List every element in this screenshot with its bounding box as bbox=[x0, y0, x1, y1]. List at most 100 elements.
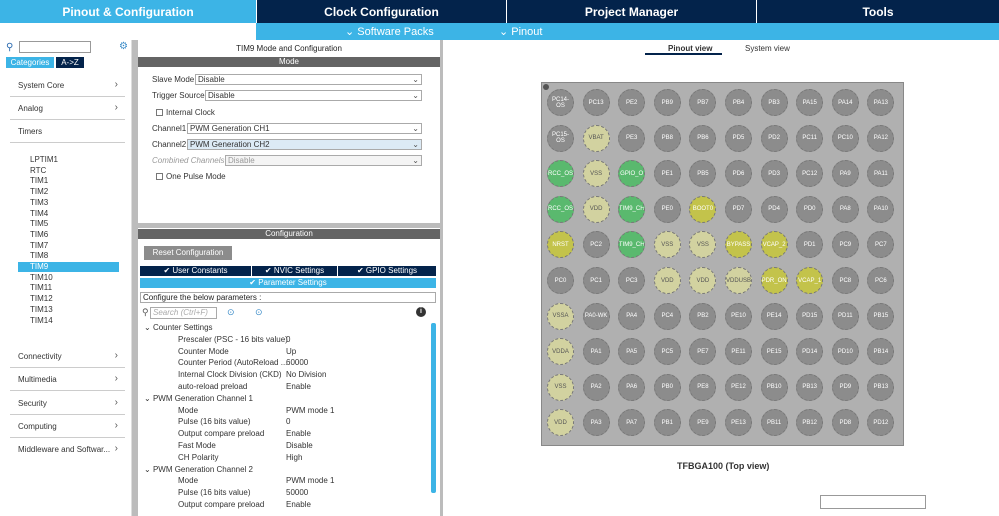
pin-vdd[interactable]: VDD bbox=[653, 267, 681, 294]
category-multimedia[interactable]: Multimedia › bbox=[18, 373, 118, 384]
tab-gpio-settings[interactable]: ✔ GPIO Settings bbox=[338, 266, 436, 276]
timer-item-tim5[interactable]: TIM5 bbox=[30, 219, 48, 228]
pin-pb10[interactable]: PB10 bbox=[760, 373, 788, 401]
pin-pb3[interactable]: PB3 bbox=[760, 89, 788, 116]
tab-a-z[interactable]: A->Z bbox=[56, 57, 84, 68]
param-value[interactable]: Enable bbox=[286, 429, 311, 438]
pin-pa0-wk[interactable]: PA0-WK bbox=[582, 302, 610, 330]
pin-pc11[interactable]: PC11 bbox=[796, 124, 824, 152]
pin-pe13[interactable]: PE13 bbox=[725, 409, 752, 437]
pin-pb1[interactable]: PB1 bbox=[653, 409, 681, 437]
param-value[interactable]: PWM mode 1 bbox=[286, 476, 334, 485]
pin-pe8[interactable]: PE8 bbox=[689, 373, 717, 401]
pin-pd0[interactable]: PD0 bbox=[796, 195, 824, 223]
software-packs-menu[interactable]: ⌄ Software Packs bbox=[345, 25, 434, 38]
pin-vdd[interactable]: VDD bbox=[689, 267, 717, 294]
timer-item-tim10[interactable]: TIM10 bbox=[30, 273, 53, 282]
pin-pd15[interactable]: PD15 bbox=[796, 302, 824, 330]
pin-rcc-os[interactable]: RCC_OS bbox=[547, 160, 574, 188]
pin-vddusb[interactable]: VDDUSB bbox=[725, 267, 752, 294]
pin-vss[interactable]: VSS bbox=[653, 231, 681, 259]
param-value[interactable]: No Division bbox=[286, 370, 326, 379]
pin-gpio-o[interactable]: GPIO_O bbox=[618, 160, 646, 188]
timer-item-tim2[interactable]: TIM2 bbox=[30, 187, 48, 196]
timer-item-lptim1[interactable]: LPTIM1 bbox=[30, 155, 58, 164]
param-value[interactable]: 0 bbox=[286, 417, 290, 426]
pin-pb12[interactable]: PB12 bbox=[796, 409, 824, 437]
pin-vss[interactable]: VSS bbox=[547, 373, 574, 401]
pin-pa13[interactable]: PA13 bbox=[867, 89, 895, 116]
timer-item-tim6[interactable]: TIM6 bbox=[30, 230, 48, 239]
timer-item-tim8[interactable]: TIM8 bbox=[30, 251, 48, 260]
pin-pb2[interactable]: PB2 bbox=[689, 302, 717, 330]
pin-pa7[interactable]: PA7 bbox=[618, 409, 646, 437]
timer-item-tim4[interactable]: TIM4 bbox=[30, 209, 48, 218]
pin-pc7[interactable]: PC7 bbox=[867, 231, 895, 259]
timer-item-tim9[interactable]: TIM9 bbox=[30, 262, 48, 271]
pin-pdr-on[interactable]: PDR_ON bbox=[760, 267, 788, 294]
pin-pc5[interactable]: PC5 bbox=[653, 338, 681, 366]
pin-pe10[interactable]: PE10 bbox=[725, 302, 752, 330]
timer-item-tim1[interactable]: TIM1 bbox=[30, 176, 48, 185]
param-value[interactable]: Up bbox=[286, 347, 296, 356]
param-group-header[interactable]: ⌄ Counter Settings bbox=[144, 323, 213, 332]
category-search-input[interactable] bbox=[19, 41, 91, 53]
reset-configuration-button[interactable]: Reset Configuration bbox=[144, 246, 232, 260]
category-computing[interactable]: Computing › bbox=[18, 420, 118, 431]
pin-pa4[interactable]: PA4 bbox=[618, 302, 646, 330]
pinout-menu[interactable]: ⌄ Pinout bbox=[499, 25, 542, 38]
category-connectivity[interactable]: Connectivity › bbox=[18, 350, 118, 361]
pin-pc2[interactable]: PC2 bbox=[582, 231, 610, 259]
pin-vdda[interactable]: VDDA bbox=[547, 338, 574, 366]
timer-item-tim13[interactable]: TIM13 bbox=[30, 305, 53, 314]
pin-pb9[interactable]: PB9 bbox=[653, 89, 681, 116]
pin-vdd[interactable]: VDD bbox=[582, 195, 610, 223]
panel-splitter[interactable] bbox=[138, 223, 440, 228]
tab-clock-configuration[interactable]: Clock Configuration bbox=[257, 0, 507, 23]
pin-pb11[interactable]: PB11 bbox=[760, 409, 788, 437]
pin-pb6[interactable]: PB6 bbox=[689, 124, 717, 152]
pin-pe1[interactable]: PE1 bbox=[653, 160, 681, 188]
channel1-select[interactable]: PWM Generation CH1 ⌄ bbox=[187, 123, 422, 134]
pin-pb5[interactable]: PB5 bbox=[689, 160, 717, 188]
pin-pb15[interactable]: PB15 bbox=[867, 302, 895, 330]
tab-tools[interactable]: Tools bbox=[757, 0, 999, 23]
pin-pc6[interactable]: PC6 bbox=[867, 267, 895, 294]
pin-pc4[interactable]: PC4 bbox=[653, 302, 681, 330]
category-timers[interactable]: Timers bbox=[18, 127, 118, 136]
pin-pd5[interactable]: PD5 bbox=[725, 124, 752, 152]
pin-pe3[interactable]: PE3 bbox=[618, 124, 646, 152]
pin-rcc-os[interactable]: RCC_OS bbox=[547, 195, 574, 223]
pin-vssa[interactable]: VSSA bbox=[547, 302, 574, 330]
category-middleware[interactable]: Middleware and Softwar... › bbox=[18, 443, 118, 454]
timer-item-tim7[interactable]: TIM7 bbox=[30, 241, 48, 250]
pin-pd10[interactable]: PD10 bbox=[831, 338, 859, 366]
pin-pe2[interactable]: PE2 bbox=[618, 89, 646, 116]
pin-vcap-2[interactable]: VCAP_2 bbox=[760, 231, 788, 259]
pin-pa3[interactable]: PA3 bbox=[582, 409, 610, 437]
pin-pd6[interactable]: PD6 bbox=[725, 160, 752, 188]
pin-pe0[interactable]: PE0 bbox=[653, 195, 681, 223]
category-security[interactable]: Security › bbox=[18, 397, 118, 408]
pin-pe7[interactable]: PE7 bbox=[689, 338, 717, 366]
expand-all-icon[interactable]: ⊙ bbox=[227, 307, 235, 318]
slave-mode-select[interactable]: Disable ⌄ bbox=[195, 74, 422, 85]
pin-pa6[interactable]: PA6 bbox=[618, 373, 646, 401]
pin-pb0[interactable]: PB0 bbox=[653, 373, 681, 401]
param-value[interactable]: Enable bbox=[286, 500, 311, 509]
pin-nrst[interactable]: NRST bbox=[547, 231, 574, 259]
pin-pa11[interactable]: PA11 bbox=[867, 160, 895, 188]
tab-categories[interactable]: Categories bbox=[6, 57, 54, 68]
pin-pb13[interactable]: PB13 bbox=[796, 373, 824, 401]
pin-pc13[interactable]: PC13 bbox=[582, 89, 610, 116]
tab-system-view[interactable]: System view bbox=[745, 44, 790, 53]
pin-pd14[interactable]: PD14 bbox=[796, 338, 824, 366]
pin-pc10[interactable]: PC10 bbox=[831, 124, 859, 152]
pin-pa2[interactable]: PA2 bbox=[582, 373, 610, 401]
pin-pd12[interactable]: PD12 bbox=[867, 409, 895, 437]
pin-pc3[interactable]: PC3 bbox=[618, 267, 646, 294]
pin-pd3[interactable]: PD3 bbox=[760, 160, 788, 188]
pin-pc0[interactable]: PC0 bbox=[547, 267, 574, 294]
pin-pa9[interactable]: PA9 bbox=[831, 160, 859, 188]
internal-clock-checkbox[interactable] bbox=[156, 109, 163, 116]
